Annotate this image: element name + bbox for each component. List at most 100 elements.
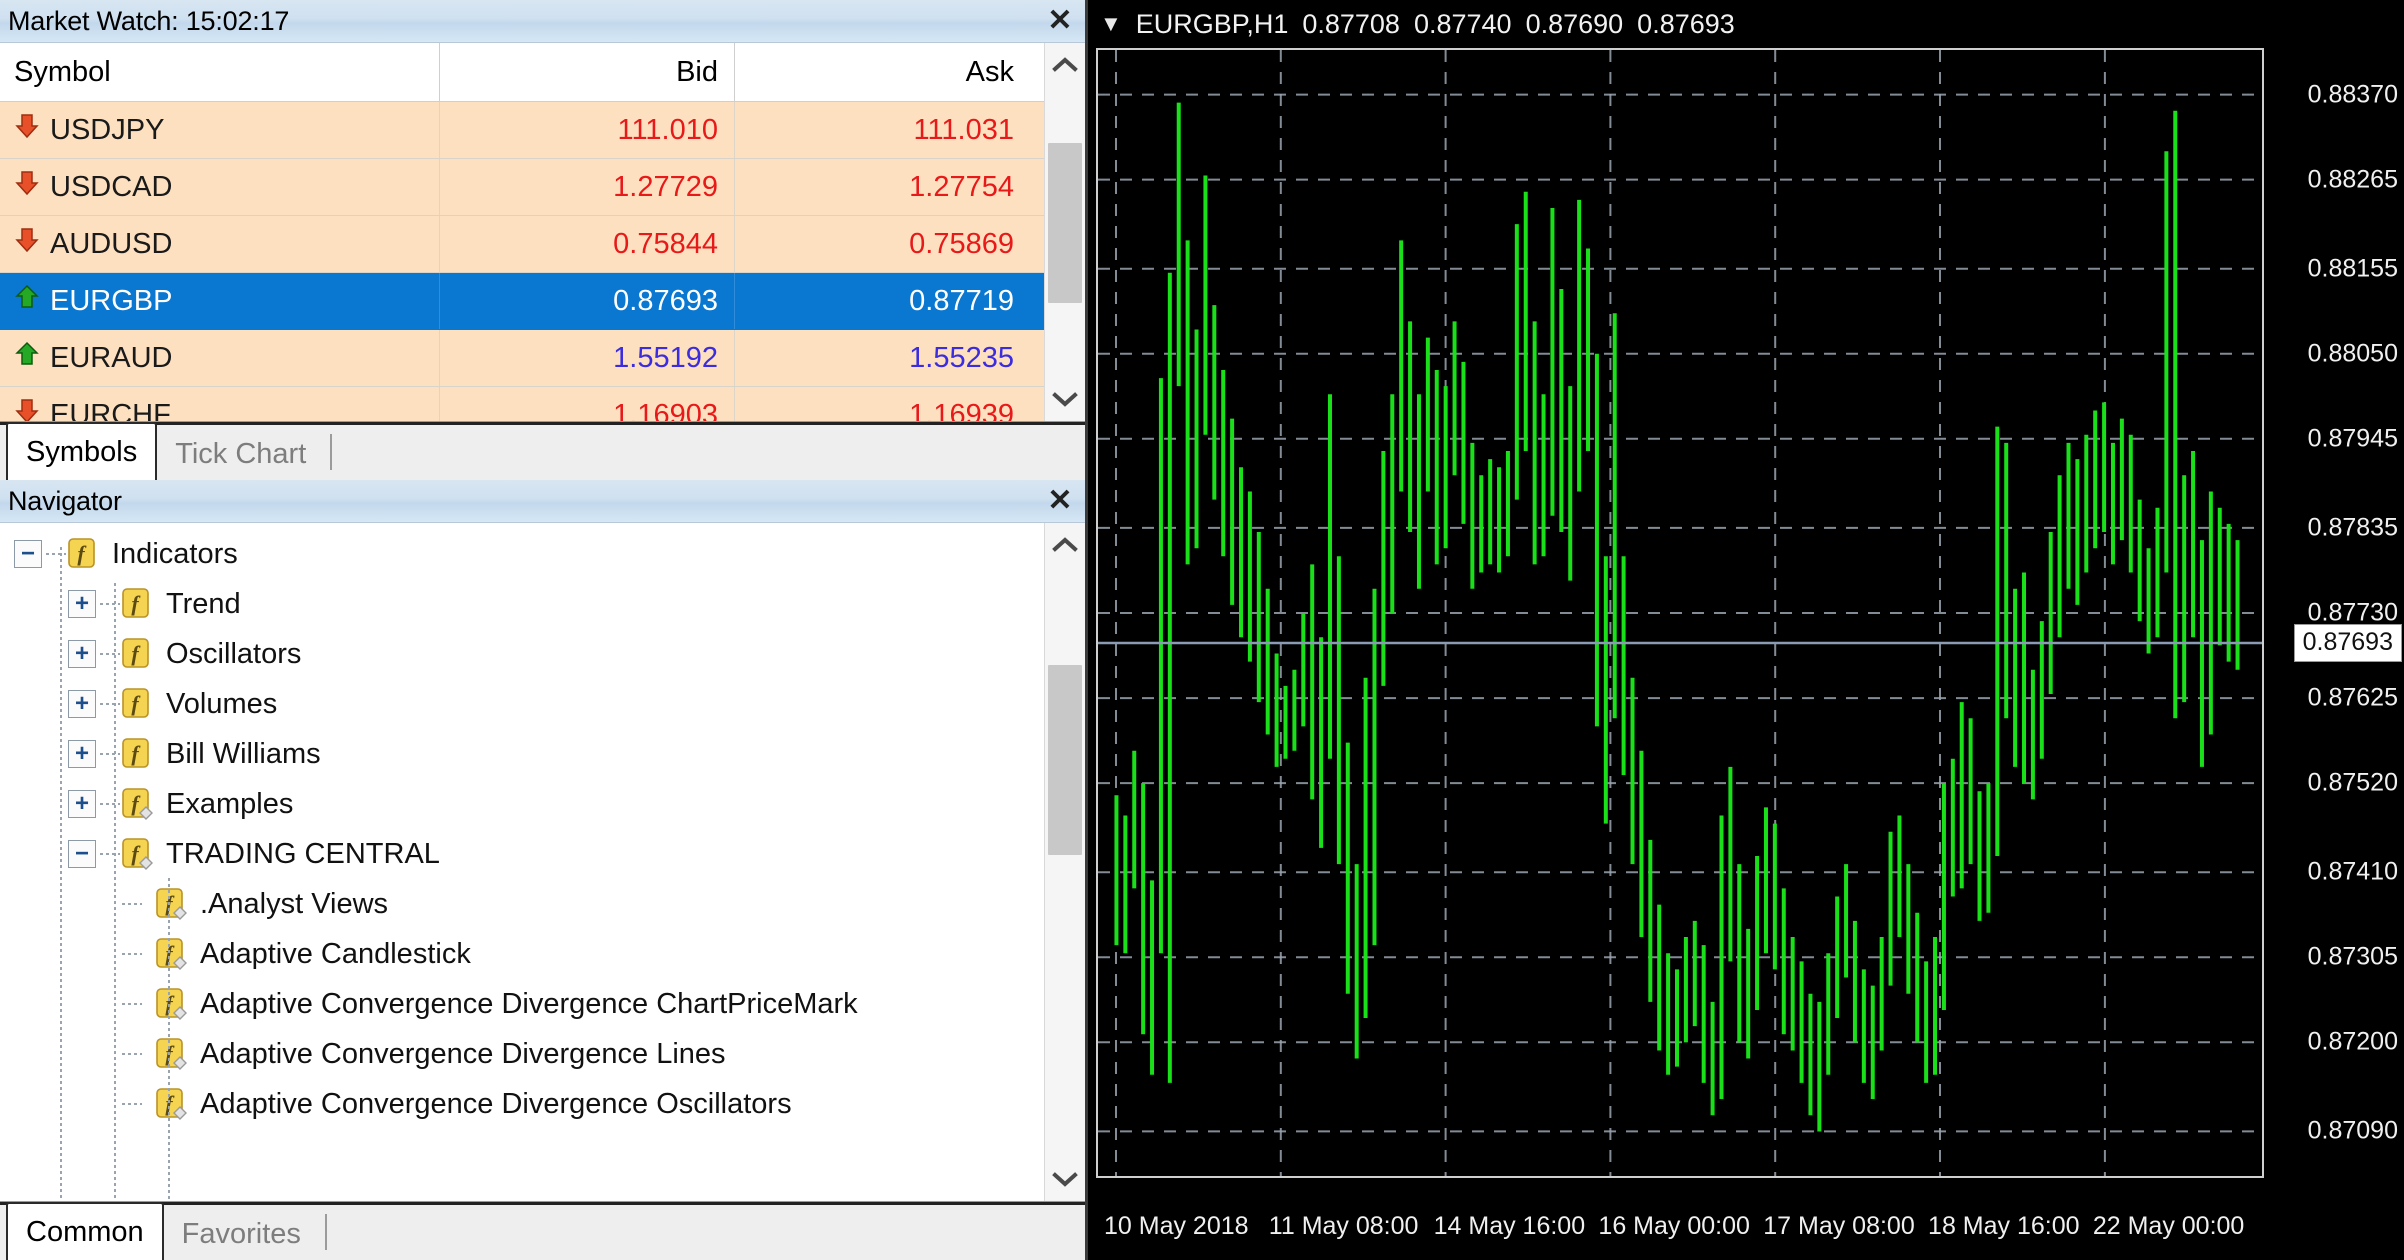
navigator-tabstrip: Common Favorites [0,1201,1085,1260]
tab-favorites[interactable]: Favorites [164,1208,319,1260]
market-watch-title: Market Watch: 15:02:17 [8,5,290,36]
symbol-label: AUDUSD [50,227,173,260]
price-tick-label: 0.87625 [2307,683,2398,712]
column-header-symbol[interactable]: Symbol [0,43,440,101]
navigator-titlebar: Navigator ✕ [0,480,1085,523]
tree-item[interactable]: − f Indicators [0,529,1044,579]
indicator-icon: f [120,587,154,621]
scroll-up-icon[interactable] [1045,43,1085,85]
cell-ask: 111.031 [913,113,1014,146]
tree-item[interactable]: + f Bill Williams [0,729,1044,779]
tab-separator [324,1214,327,1250]
price-tick-label: 0.88050 [2307,339,2398,368]
tree-item-label: Indicators [112,537,238,570]
cell-ask: 1.55235 [909,341,1014,374]
custom-indicator-icon: f [120,837,154,871]
custom-indicator-icon: f [154,887,188,921]
table-row[interactable]: EURGBP 0.87693 0.87719 [0,273,1044,330]
table-row[interactable]: AUDUSD 0.75844 0.75869 [0,216,1044,273]
symbol-label: EURGBP [50,284,173,317]
column-header-bid[interactable]: Bid [440,43,735,101]
navigator-body: − f Indicators + f Trend + f Oscillators + f Volume… [0,523,1085,1201]
time-tick-label: 16 May 00:00 [1598,1212,1750,1240]
price-tick-label: 0.87520 [2307,768,2398,797]
table-row[interactable]: USDJPY 111.010 111.031 [0,102,1044,159]
expand-icon[interactable]: + [68,590,96,618]
tree-item[interactable]: − f TRADING CENTRAL [0,829,1044,879]
navigator-tree: − f Indicators + f Trend + f Oscillators + f Volume… [0,523,1044,1201]
scroll-track[interactable] [1045,85,1085,379]
price-tick-label: 0.87090 [2307,1116,2398,1145]
expand-icon[interactable]: + [68,640,96,668]
scroll-thumb[interactable] [1048,143,1082,303]
tree-item[interactable]: f .Analyst Views [0,879,1044,929]
chart-window[interactable]: ▼ EURGBP,H1 0.87708 0.87740 0.87690 0.87… [1085,0,2404,1260]
cell-ask: 1.27754 [909,170,1014,203]
scroll-up-icon[interactable] [1045,523,1085,565]
tree-item[interactable]: + f Examples [0,779,1044,829]
symbol-label: USDJPY [50,113,165,146]
tree-item-label: Adaptive Convergence Divergence Oscillat… [200,1087,792,1120]
price-tick-label: 0.88265 [2307,165,2398,194]
tree-item[interactable]: f Adaptive Convergence Divergence Oscilla… [0,1079,1044,1129]
price-axis[interactable]: 0.88370 0.88265 0.88155 0.88050 0.87945 0.878… [2264,48,2404,1178]
symbol-label: USDCAD [50,170,173,203]
chart-high-value: 0.87740 [1413,8,1512,39]
cell-bid: 0.75844 [440,216,735,272]
arrow-down-icon [14,112,40,148]
cell-bid: 1.16903 [440,387,735,421]
cell-ask: 1.16939 [909,398,1014,422]
table-row[interactable]: EURCHF 1.16903 1.16939 [0,387,1044,421]
market-watch-tabstrip: Symbols Tick Chart [0,421,1085,480]
chart-bars [1098,50,2262,1176]
tree-item[interactable]: f Adaptive Convergence Divergence Lines [0,1029,1044,1079]
indicator-icon: f [120,687,154,721]
chart-open-value: 0.87708 [1302,8,1400,39]
cell-symbol: EURGBP [0,273,440,329]
cell-symbol: EURCHF [0,387,440,421]
market-watch-scrollbar[interactable] [1044,43,1085,421]
arrow-down-icon [14,226,40,262]
tree-item[interactable]: f Adaptive Candlestick [0,929,1044,979]
scroll-track[interactable] [1045,565,1085,1159]
scroll-down-icon[interactable] [1045,1159,1085,1201]
market-watch-rows: USDJPY 111.010 111.031 USDCAD 1.27729 1.27754… [0,102,1044,421]
scroll-thumb[interactable] [1048,665,1082,855]
time-tick-label: 10 May 2018 [1104,1212,1249,1240]
time-axis[interactable]: 10 May 2018 11 May 08:00 14 May 16:00 16 Ma… [1096,1204,2404,1252]
tree-item[interactable]: + f Volumes [0,679,1044,729]
chart-plot-area[interactable] [1096,48,2264,1178]
cell-bid: 111.010 [440,102,735,158]
time-tick-label: 22 May 00:00 [2092,1212,2245,1240]
tree-item[interactable]: + f Trend [0,579,1044,629]
close-icon[interactable]: ✕ [1045,6,1075,36]
tree-item[interactable]: f Adaptive Convergence Divergence ChartPr… [0,979,1044,1029]
expand-icon[interactable]: + [68,740,96,768]
navigator-scrollbar[interactable] [1044,523,1085,1201]
tree-item-label: TRADING CENTRAL [166,837,440,870]
tree-item-label: Adaptive Candlestick [200,937,471,970]
collapse-icon[interactable]: − [14,540,42,568]
tab-common[interactable]: Common [6,1202,164,1260]
table-row[interactable]: USDCAD 1.27729 1.27754 [0,159,1044,216]
column-header-ask[interactable]: Ask [735,43,1030,101]
indicator-icon: f [66,537,100,571]
tree-item[interactable]: + f Oscillators [0,629,1044,679]
triangle-down-icon[interactable]: ▼ [1100,11,1122,37]
tab-symbols-label: Symbols [26,435,138,468]
price-tick-label: 0.87945 [2307,424,2398,453]
table-row[interactable]: EURAUD 1.55192 1.55235 [0,330,1044,387]
expand-icon[interactable]: + [68,690,96,718]
tab-symbols[interactable]: Symbols [6,422,158,480]
time-tick-label: 11 May 08:00 [1268,1212,1419,1240]
tree-connector [122,903,142,905]
collapse-icon[interactable]: − [68,840,96,868]
expand-icon[interactable]: + [68,790,96,818]
chart-low-value: 0.87690 [1525,8,1624,39]
cell-symbol: EURAUD [0,330,440,386]
market-watch-body: Symbol Bid Ask USDJPY 111.010 111.031 USDCA… [0,43,1085,421]
tab-tick-chart[interactable]: Tick Chart [157,428,324,480]
scroll-down-icon[interactable] [1045,379,1085,421]
close-icon[interactable]: ✕ [1045,486,1075,516]
symbol-label: EURAUD [50,341,173,374]
